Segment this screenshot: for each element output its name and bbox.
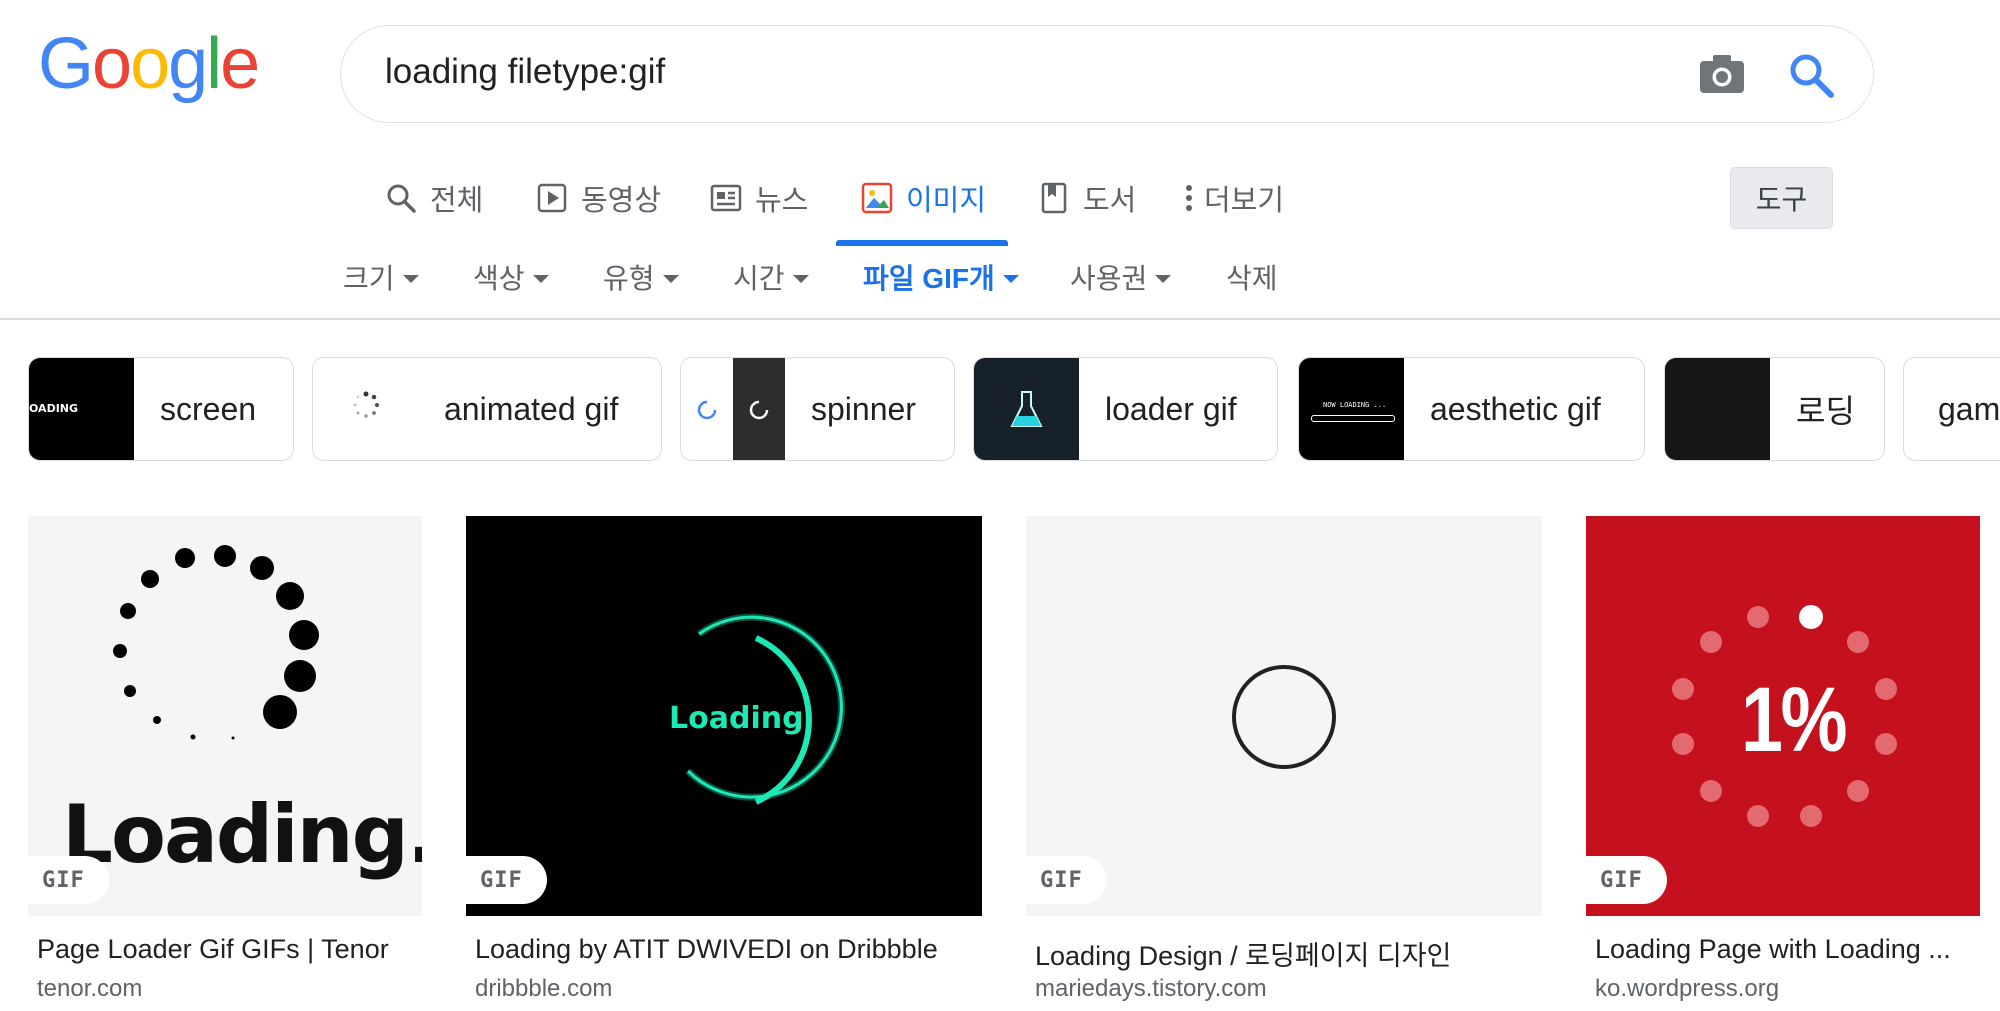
filter-label: 유형: [603, 263, 655, 294]
image-text: 1%: [1741, 669, 1848, 771]
chip-game[interactable]: gam: [1903, 357, 2000, 461]
filter-color[interactable]: 색상: [473, 257, 549, 297]
filter-label: 삭제: [1226, 263, 1278, 294]
tab-images[interactable]: 이미지: [860, 178, 986, 218]
chip-label: gam: [1938, 390, 2000, 427]
filter-usage-rights[interactable]: 사용권: [1070, 257, 1172, 297]
result-image[interactable]: Loading GIF: [466, 516, 982, 916]
tools-button[interactable]: 도구: [1730, 167, 1833, 229]
chip-thumbnail: [974, 358, 1079, 460]
result-source[interactable]: dribbble.com: [475, 975, 612, 1003]
header-divider: [0, 318, 2000, 320]
chevron-down-icon: [402, 275, 419, 283]
chip-label: loader gif: [1105, 390, 1237, 427]
tab-more[interactable]: 더보기: [1180, 178, 1284, 218]
gif-badge: GIF: [466, 856, 547, 904]
flask-icon: [1010, 391, 1043, 427]
result-title[interactable]: Loading Page with Loading ...: [1595, 934, 1975, 965]
chip-label: 로딩: [1796, 393, 1855, 429]
search-icon: [384, 181, 418, 215]
chevron-down-icon: [792, 275, 809, 283]
filter-label: 크기: [343, 263, 395, 294]
tab-books[interactable]: 도서: [1037, 178, 1136, 218]
camera-icon[interactable]: [1698, 50, 1746, 98]
circle-icon: [1232, 665, 1336, 769]
result-image[interactable]: GIF: [1026, 516, 1542, 916]
chevron-down-icon: [1002, 275, 1019, 283]
tab-videos[interactable]: 동영상: [535, 178, 661, 218]
thumb-text: OADING: [29, 402, 79, 415]
chip-screen[interactable]: OADING screen: [28, 357, 294, 461]
chip-aesthetic-gif[interactable]: NOW LOADING ... aesthetic gif: [1298, 357, 1645, 461]
gif-badge: GIF: [1026, 856, 1107, 904]
logo-letter: e: [220, 24, 260, 104]
chip-thumbnail: [313, 358, 418, 460]
tab-news[interactable]: 뉴스: [709, 178, 808, 218]
filter-clear[interactable]: 삭제: [1226, 257, 1278, 297]
chevron-down-icon: [532, 275, 549, 283]
play-icon: [535, 181, 569, 215]
chip-thumbnail: [1665, 358, 1770, 460]
search-icon[interactable]: [1786, 50, 1836, 100]
chip-thumbnail: [733, 358, 785, 460]
tab-label: 이미지: [906, 185, 987, 217]
spinner-icon: [353, 391, 380, 418]
tab-label: 동영상: [581, 185, 662, 217]
gif-badge: GIF: [28, 856, 109, 904]
filter-label: 파일 GIF개: [863, 263, 995, 294]
chip-label: aesthetic gif: [1430, 390, 1601, 427]
tab-label: 뉴스: [755, 185, 809, 217]
result-image[interactable]: 1% GIF: [1586, 516, 1980, 916]
logo-letter: l: [206, 24, 222, 104]
logo-letter: G: [38, 24, 94, 104]
filter-label: 시간: [733, 263, 785, 294]
spinner-icon: [749, 400, 769, 420]
news-icon: [709, 181, 743, 215]
chevron-down-icon: [1155, 275, 1172, 283]
chip-loader-gif[interactable]: loader gif: [973, 357, 1278, 461]
chip-thumbnail: OADING: [29, 358, 134, 460]
chevron-down-icon: [662, 275, 679, 283]
chip-thumbnail: [681, 358, 733, 460]
chip-animated-gif[interactable]: animated gif: [312, 357, 662, 461]
spinner-icon: [697, 400, 717, 420]
active-tab-indicator: [836, 240, 1008, 246]
thumb-text: NOW LOADING ...: [1323, 401, 1387, 409]
gif-badge: GIF: [1586, 856, 1667, 904]
result-source[interactable]: ko.wordpress.org: [1595, 975, 1779, 1003]
filter-size[interactable]: 크기: [343, 257, 419, 297]
logo-letter: g: [168, 24, 208, 104]
tab-label: 더보기: [1204, 185, 1285, 217]
logo-letter: o: [130, 24, 170, 104]
image-text: Loading: [669, 701, 804, 736]
result-source[interactable]: tenor.com: [37, 975, 142, 1003]
filter-type[interactable]: 유형: [603, 257, 679, 297]
tab-all[interactable]: 전체: [384, 178, 483, 218]
image-icon: [860, 181, 894, 215]
filter-time[interactable]: 시간: [733, 257, 809, 297]
filter-label: 사용권: [1070, 263, 1148, 294]
result-image[interactable]: Loading... GIF: [28, 516, 422, 916]
book-icon: [1037, 181, 1071, 215]
result-title[interactable]: Loading by ATIT DWIVEDI on Dribbble: [475, 934, 975, 965]
chip-label: spinner: [811, 390, 916, 427]
filter-filetype[interactable]: 파일 GIF개: [863, 257, 1019, 297]
chip-label: animated gif: [444, 390, 619, 427]
tab-label: 도서: [1083, 185, 1137, 217]
logo-letter: o: [92, 24, 132, 104]
result-title[interactable]: Page Loader Gif GIFs | Tenor: [37, 934, 417, 965]
search-input[interactable]: loading filetype:gif: [385, 52, 665, 92]
chip-spinner[interactable]: spinner: [680, 357, 955, 461]
result-source[interactable]: mariedays.tistory.com: [1035, 975, 1267, 1003]
image-text: Loading...: [62, 788, 422, 881]
more-icon: [1180, 181, 1198, 215]
result-title[interactable]: Loading Design / 로딩페이지 디자인: [1035, 934, 1535, 973]
chip-thumbnail: NOW LOADING ...: [1299, 358, 1404, 460]
filter-label: 색상: [473, 263, 525, 294]
progress-bar: [1311, 415, 1395, 422]
google-logo[interactable]: Google: [38, 28, 260, 100]
chip-loading-kr[interactable]: 로딩: [1664, 357, 1885, 461]
tab-label: 전체: [430, 185, 484, 217]
chip-label: screen: [160, 390, 257, 427]
